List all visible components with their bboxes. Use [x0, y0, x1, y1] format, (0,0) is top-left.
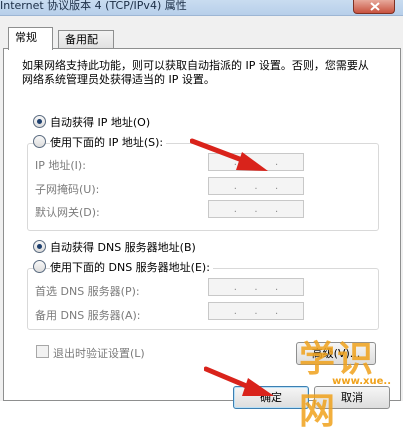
default-gateway-label: 默认网关(D):: [35, 206, 100, 219]
validate-on-exit-checkbox[interactable]: [36, 345, 49, 358]
manual-ip-label: 使用下面的 IP 地址(S):: [50, 134, 167, 150]
alternate-dns-label: 备用 DNS 服务器(A):: [35, 309, 141, 322]
red-arrow-ok-icon: [204, 366, 274, 396]
auto-dns-label: 自动获得 DNS 服务器地址(B): [50, 241, 196, 254]
preferred-dns-field: ...: [208, 278, 304, 296]
ip-address-label: IP 地址(I):: [35, 159, 86, 172]
description-text: 如果网络支持此功能，则可以获取自动指派的 IP 设置。否则，您需要从网络系统管理…: [22, 59, 369, 86]
manual-dns-radio[interactable]: [33, 260, 46, 273]
watermark-url: www.xue..: [332, 376, 391, 387]
alternate-dns-field: ...: [208, 302, 304, 320]
manual-ip-radio[interactable]: [33, 135, 46, 148]
title-bar: Internet 协议版本 4 (TCP/IPv4) 属性: [0, 0, 403, 16]
default-gateway-field: ...: [208, 200, 304, 218]
window-title: Internet 协议版本 4 (TCP/IPv4) 属性: [0, 0, 187, 12]
subnet-mask-label: 子网掩码(U):: [35, 183, 100, 196]
close-button[interactable]: [353, 0, 395, 14]
tab-general[interactable]: 常规: [8, 27, 53, 50]
auto-ip-radio[interactable]: [33, 115, 46, 128]
subnet-mask-field: ...: [208, 177, 304, 195]
validate-on-exit-label: 退出时验证设置(L): [53, 347, 145, 360]
close-icon: [370, 2, 380, 11]
tab-alternate-config[interactable]: 备用配置: [58, 30, 114, 64]
manual-dns-label: 使用下面的 DNS 服务器地址(E):: [50, 259, 213, 275]
auto-dns-radio[interactable]: [33, 240, 46, 253]
auto-ip-label: 自动获得 IP 地址(O): [50, 116, 151, 129]
red-arrow-icon: [190, 138, 268, 171]
preferred-dns-label: 首选 DNS 服务器(P):: [35, 285, 140, 298]
watermark-logo: 学识网: [299, 339, 376, 432]
